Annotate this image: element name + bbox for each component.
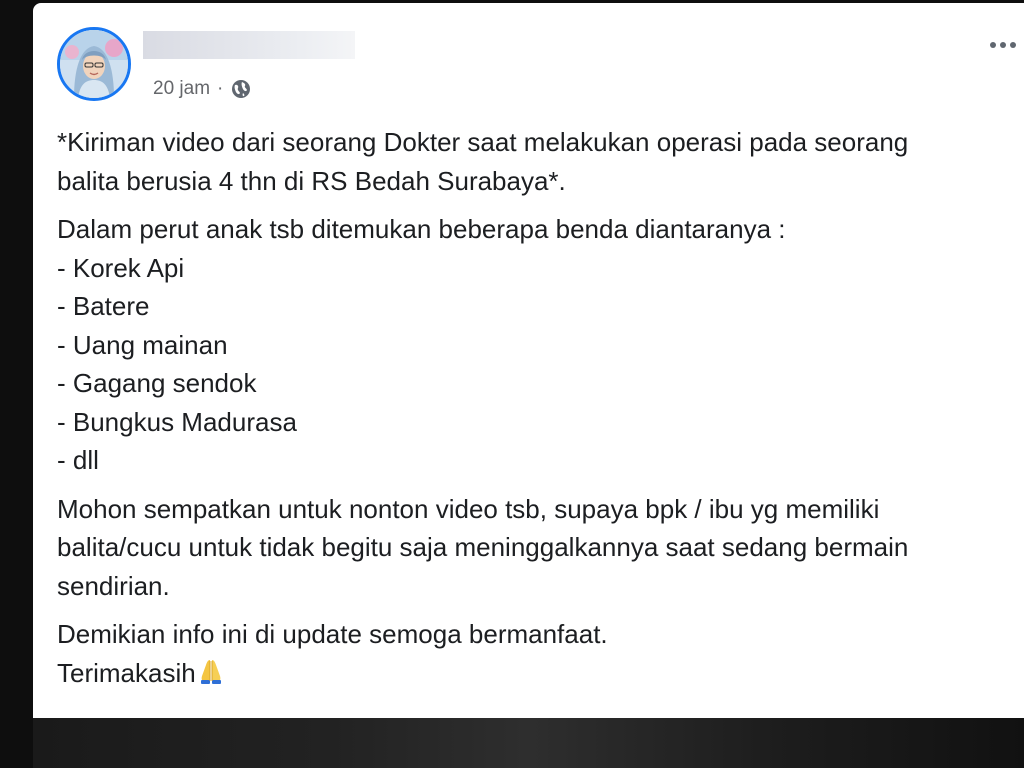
post-text-line: balita berusia 4 thn di RS Bedah Surabay… — [57, 165, 566, 196]
post-text-line: sendirian. — [57, 570, 170, 601]
list-item: - Uang mainan — [57, 329, 228, 360]
avatar-image — [60, 30, 128, 98]
post-timestamp[interactable]: 20 jam — [153, 78, 210, 100]
list-item: - Korek Api — [57, 252, 185, 283]
post-paragraph-closing: Demikian info ini di update semoga berma… — [57, 615, 1017, 692]
list-item: - Batere — [57, 291, 150, 321]
post-text-line: Demikian info ini di update semoga berma… — [57, 619, 608, 649]
post-body: *Kiriman video dari seorang Dokter saat … — [57, 123, 1017, 692]
author-avatar[interactable] — [57, 27, 131, 101]
globe-icon[interactable] — [230, 78, 252, 100]
post-text-line: balita/cucu untuk tidak begitu saja meni… — [57, 532, 909, 562]
list-item: - Gagang sendok — [57, 368, 257, 398]
video-preview[interactable] — [33, 718, 1024, 768]
more-options-icon[interactable] — [983, 33, 1023, 57]
post-meta: 20 jam · — [153, 78, 252, 100]
more-dot — [1010, 42, 1016, 48]
author-name[interactable] — [143, 31, 355, 59]
post-text-line: Dalam perut anak tsb ditemukan beberapa … — [57, 214, 786, 244]
more-dot — [990, 42, 996, 48]
post-text-line: *Kiriman video dari seorang Dokter saat … — [57, 127, 909, 157]
more-dot — [1000, 42, 1006, 48]
post-paragraph-list: Dalam perut anak tsb ditemukan beberapa … — [57, 210, 1017, 480]
meta-separator: · — [217, 78, 224, 99]
post-paragraph-intro: *Kiriman video dari seorang Dokter saat … — [57, 123, 1017, 200]
list-item: - Bungkus Madurasa — [57, 406, 297, 437]
post-text-line: Terimakasih — [57, 657, 196, 688]
folded-hands-icon — [196, 656, 226, 686]
post-paragraph-appeal: Mohon sempatkan untuk nonton video tsb, … — [57, 490, 1017, 606]
post-text-line: Mohon sempatkan untuk nonton video tsb, … — [57, 493, 880, 524]
facebook-post-card: 20 jam · *Kiriman video dari seorang Dok… — [33, 3, 1024, 723]
screenshot-frame: 20 jam · *Kiriman video dari seorang Dok… — [0, 0, 1024, 768]
list-item: - dll — [57, 445, 99, 475]
